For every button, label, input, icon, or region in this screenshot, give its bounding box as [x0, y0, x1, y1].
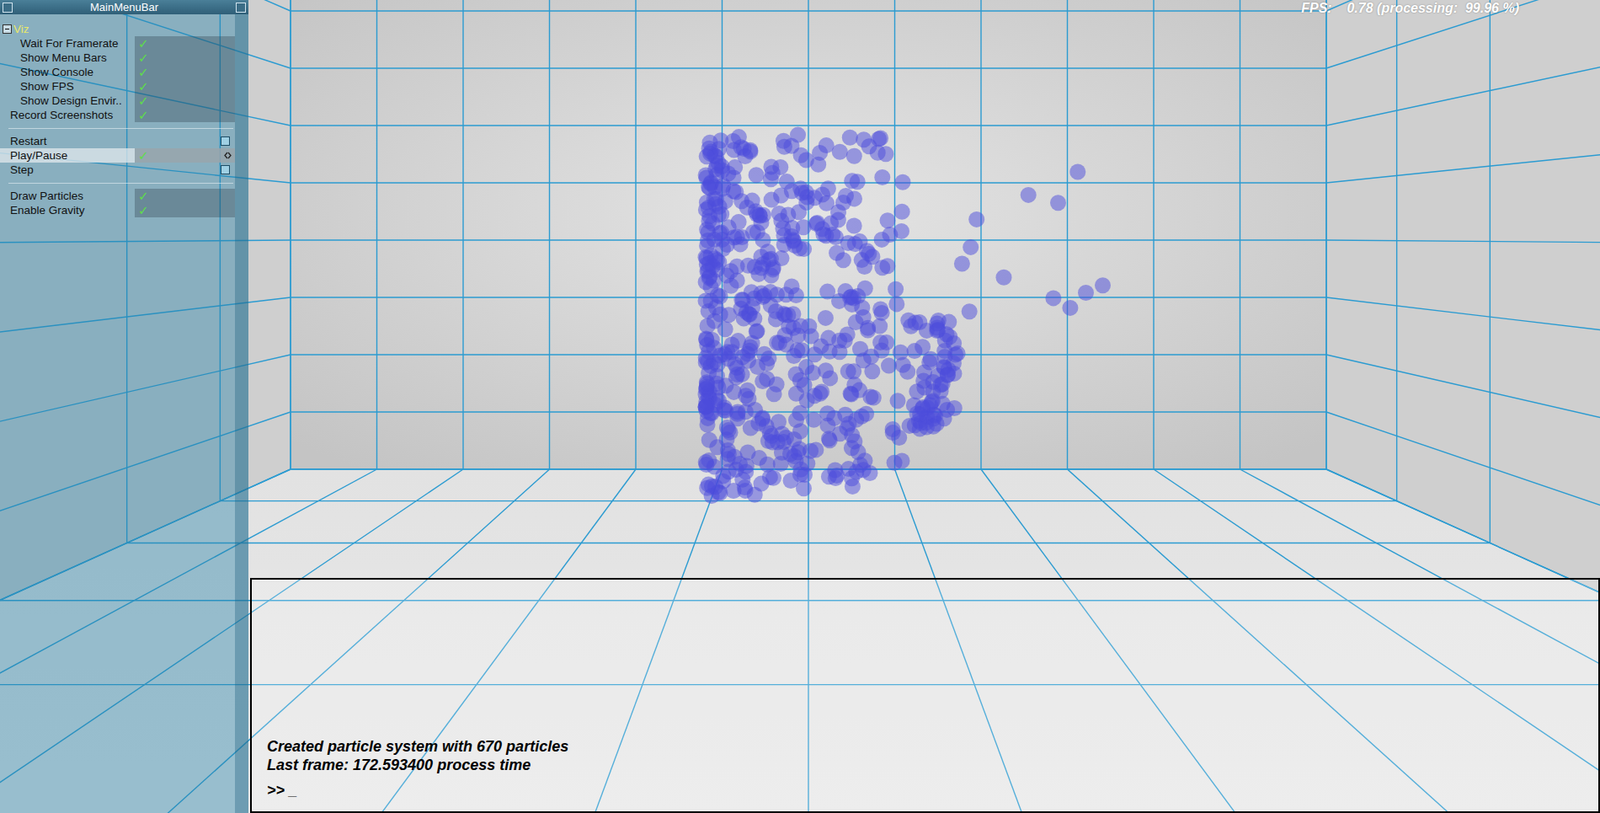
console-line: Created particle system with 670 particl…	[266, 736, 1582, 756]
edit-arrows-icon[interactable]	[224, 151, 232, 160]
check-icon: ✓	[138, 65, 150, 79]
menu-button-row[interactable]: Step	[0, 162, 235, 177]
menu-separator	[0, 122, 235, 134]
app: MainMenuBarVizWait For Framerate✓Show Me…	[0, 0, 1600, 813]
row-value[interactable]: ✓	[134, 79, 235, 94]
row-label: Record Screenshots	[0, 108, 135, 122]
check-icon: ✓	[138, 189, 150, 203]
row-value[interactable]: ✓	[134, 188, 235, 203]
row-label: Play/Pause	[0, 149, 135, 162]
fold-icon[interactable]	[2, 2, 13, 13]
check-icon: ✓	[138, 108, 150, 122]
row-value	[134, 162, 235, 177]
menu-title-bar[interactable]: MainMenuBar	[0, 0, 249, 15]
row-label: Enable Gravity	[0, 203, 135, 217]
menu-title: MainMenuBar	[12, 0, 236, 14]
row-label: Draw Particles	[0, 189, 135, 203]
menu-toggle-row[interactable]: Show Console✓	[0, 64, 235, 80]
particles	[698, 127, 1112, 504]
check-icon: ✓	[138, 51, 150, 64]
side-walls	[0, 0, 1600, 813]
row-label: Step	[0, 163, 135, 176]
menu-separator	[0, 176, 235, 189]
row-value[interactable]: ✓	[134, 64, 235, 80]
row-value[interactable]: ✓	[134, 50, 235, 65]
fps-readout: FPS: 0.78 (processing: 99.96 %)	[1301, 0, 1520, 16]
row-label: Show Design Envir..	[0, 94, 135, 107]
row-value[interactable]: ✓	[134, 202, 235, 218]
check-icon: ✓	[138, 80, 150, 93]
row-label: Show Menu Bars	[0, 51, 135, 64]
menu-toggle-row[interactable]: Show Design Envir..✓	[0, 93, 235, 108]
grid-lines	[0, 0, 1600, 813]
row-label: Show Console	[0, 65, 135, 79]
row-value[interactable]: ✓	[134, 36, 235, 51]
menu-toggle-row[interactable]: Show Menu Bars✓	[0, 50, 235, 65]
menu-toggle-row[interactable]: Draw Particles✓	[0, 188, 235, 203]
menu-toggle-row[interactable]: Play/Pause✓	[0, 148, 235, 163]
group-label: Viz	[11, 22, 30, 36]
check-icon: ✓	[138, 37, 150, 50]
menu-toggle-row[interactable]: Show FPS✓	[0, 79, 235, 94]
row-label: Restart	[0, 134, 135, 148]
menu-bar[interactable]: MainMenuBarVizWait For Framerate✓Show Me…	[0, 0, 249, 813]
menu-toggle-row[interactable]: Wait For Framerate✓	[0, 36, 235, 51]
row-value[interactable]: ✓	[134, 148, 235, 163]
button-box-icon[interactable]	[220, 136, 230, 146]
menu-rows: VizWait For Framerate✓Show Menu Bars✓Sho…	[0, 14, 235, 218]
menu-button-row[interactable]: Restart	[0, 133, 235, 149]
row-value[interactable]: ✓	[134, 93, 235, 108]
button-box-icon[interactable]	[220, 165, 230, 175]
row-value	[134, 133, 235, 149]
console-line: Last frame: 172.593400 process time	[266, 755, 1582, 774]
row-label: Show FPS	[0, 80, 135, 93]
menu-toggle-row[interactable]: Record Screenshots✓	[0, 107, 235, 123]
check-icon: ✓	[138, 94, 150, 107]
console[interactable]: Created particle system with 670 particl…	[250, 577, 1600, 813]
menu-toggle-row[interactable]: Enable Gravity✓	[0, 202, 235, 218]
row-value[interactable]: ✓	[134, 107, 235, 123]
collapse-icon[interactable]	[2, 24, 12, 34]
menu-group[interactable]: Viz	[0, 21, 235, 37]
check-icon: ✓	[138, 149, 150, 162]
check-icon: ✓	[138, 203, 150, 217]
row-label: Wait For Framerate	[0, 37, 135, 50]
console-prompt[interactable]: >> _	[266, 780, 1582, 800]
minimize-icon[interactable]	[235, 2, 246, 13]
